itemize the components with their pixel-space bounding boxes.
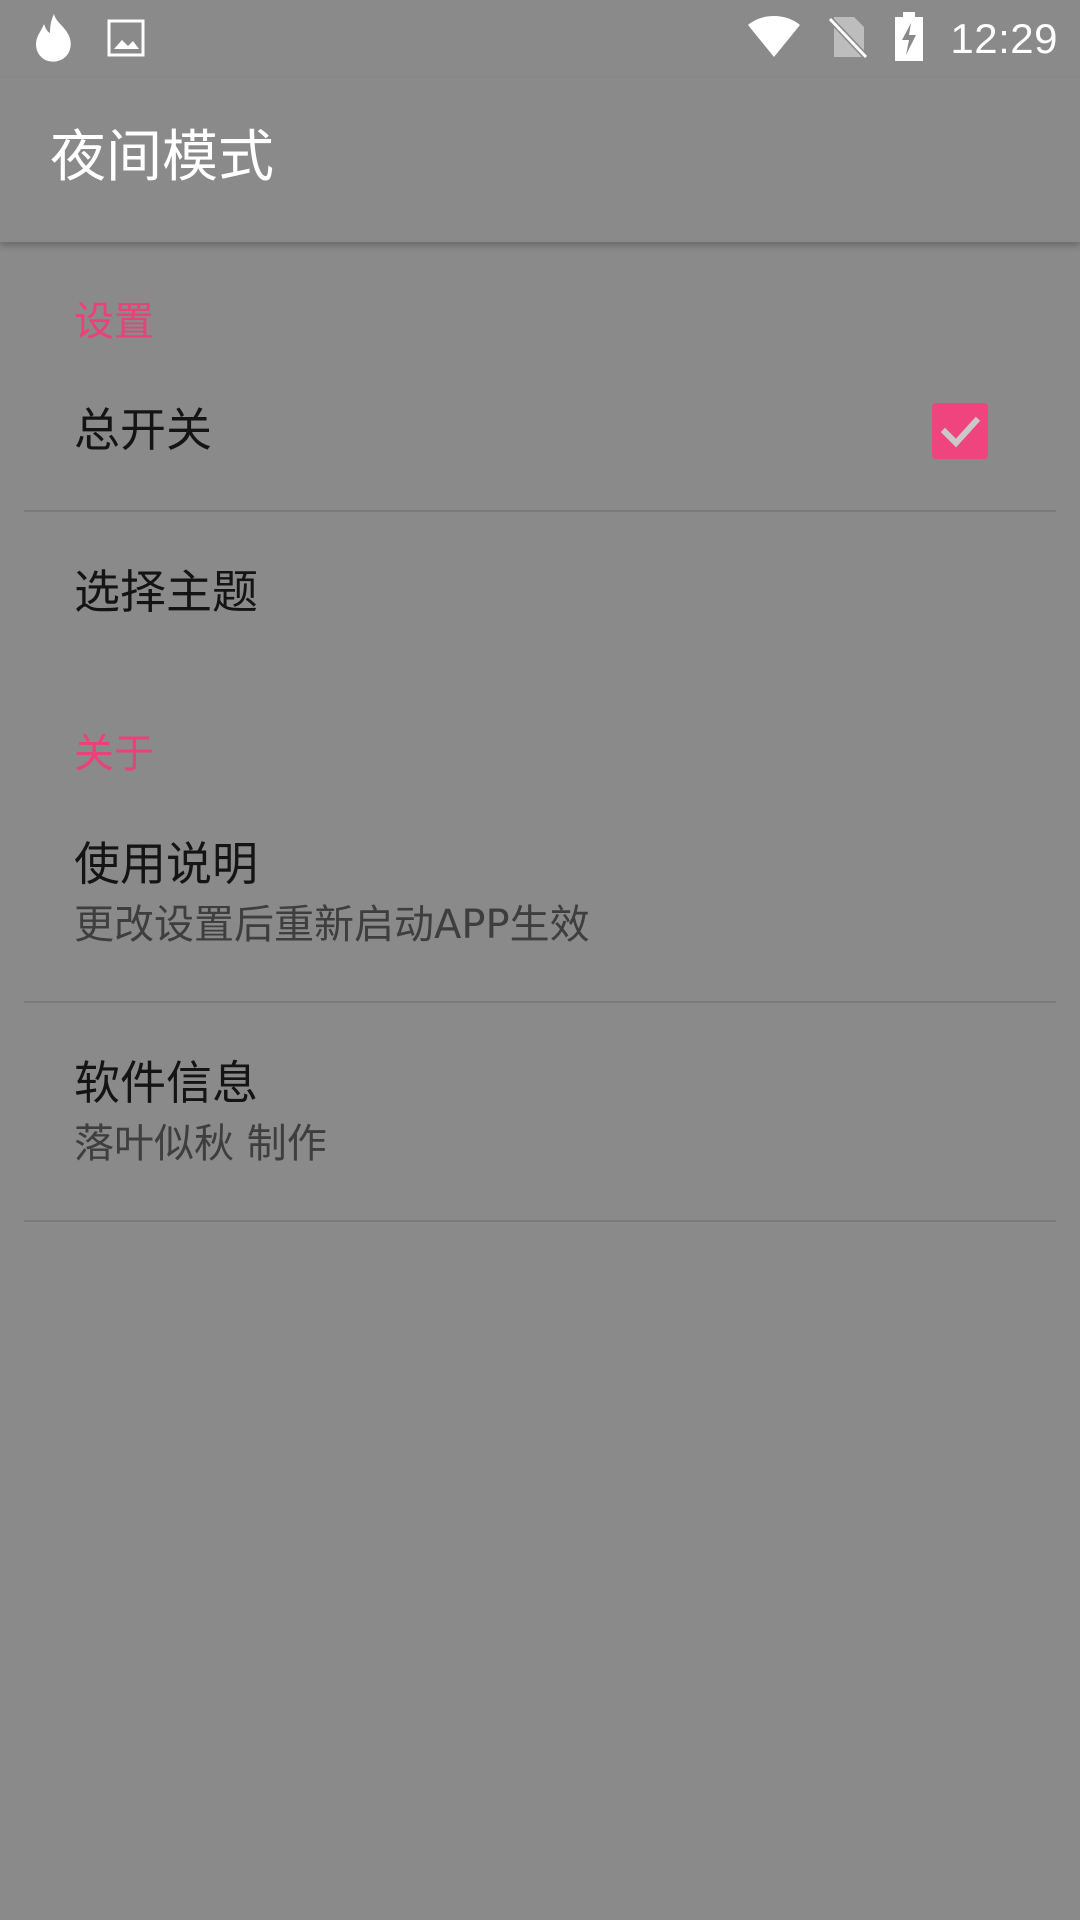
- check-icon: [940, 416, 981, 448]
- master-switch-checkbox[interactable]: [932, 403, 988, 459]
- pref-title: 总开关: [74, 403, 212, 457]
- app-bar: 夜间模式: [0, 78, 1080, 242]
- section-header-settings: 设置: [74, 299, 154, 345]
- pref-master-switch[interactable]: 总开关: [0, 378, 1080, 510]
- pref-title: 选择主题: [74, 565, 258, 619]
- fire-icon: [30, 12, 78, 68]
- battery-charging-icon: [894, 12, 924, 66]
- no-sim-icon: [828, 15, 869, 63]
- pref-summary: 落叶似秋 制作: [74, 1121, 327, 1167]
- pref-software-info[interactable]: 软件信息 落叶似秋 制作: [0, 1003, 1080, 1220]
- screen: 12:29 夜间模式 设置 总开关 选择主题 关于 使用说明 更改设置后重新启动…: [0, 0, 1080, 1920]
- pref-title: 软件信息: [74, 1056, 258, 1110]
- wifi-icon: [746, 15, 802, 63]
- image-icon: [106, 18, 146, 62]
- pref-usage-instructions[interactable]: 使用说明 更改设置后重新启动APP生效: [0, 810, 1080, 1000]
- divider: [24, 1220, 1056, 1222]
- pref-choose-theme[interactable]: 选择主题: [0, 512, 1080, 660]
- status-icons: 12:29: [720, 0, 1058, 78]
- clock: 12:29: [950, 15, 1058, 62]
- pref-title: 使用说明: [74, 837, 258, 891]
- app-title: 夜间模式: [50, 125, 274, 190]
- pref-summary: 更改设置后重新启动APP生效: [74, 902, 590, 948]
- status-bar: 12:29: [0, 0, 1080, 78]
- section-header-about: 关于: [74, 731, 154, 777]
